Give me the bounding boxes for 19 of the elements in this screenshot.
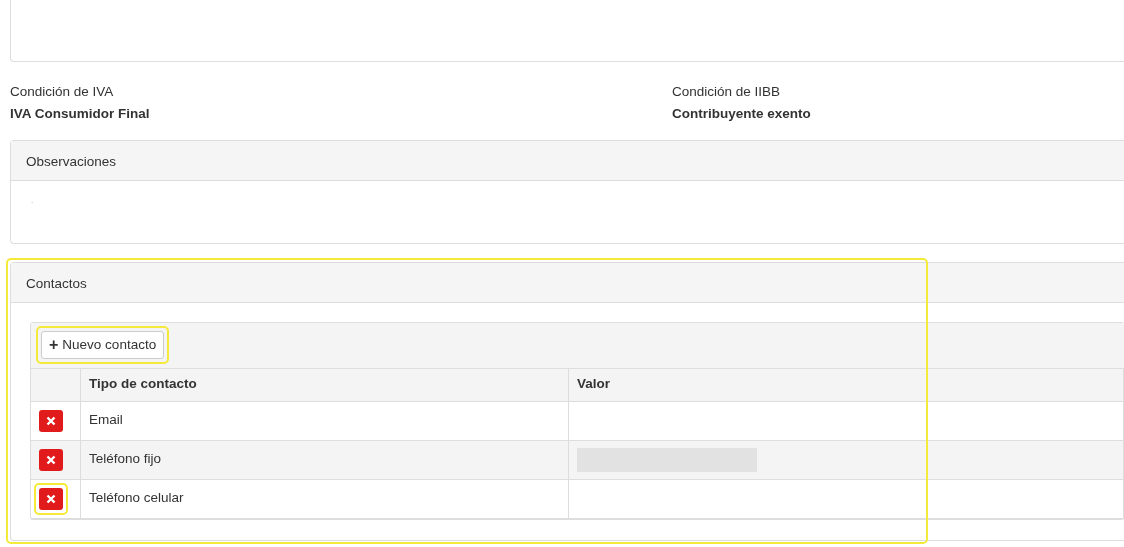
field-label: Condición de IVA xyxy=(10,83,115,101)
table-cell: Email xyxy=(81,401,569,441)
close-icon xyxy=(46,454,56,465)
column-header: Tipo de contacto xyxy=(81,368,569,402)
panel-title: Observaciones xyxy=(11,140,1124,181)
field-value: IVA Consumidor Final xyxy=(10,105,151,124)
delete-button[interactable] xyxy=(39,409,63,432)
plus-icon: + xyxy=(49,337,59,353)
delete-button[interactable] xyxy=(39,448,63,471)
column-header: Valor xyxy=(569,368,1124,402)
panel-title: Contactos xyxy=(11,262,1124,303)
close-icon xyxy=(46,415,56,426)
close-icon xyxy=(46,493,56,504)
observation-text: . xyxy=(30,194,35,207)
table-cell: Teléfono fijo xyxy=(81,440,569,480)
new-contact-button[interactable]: + Nuevo contacto xyxy=(41,330,165,360)
table-cell: Teléfono celular xyxy=(81,479,569,519)
field-value: Contribuyente exento xyxy=(672,105,812,124)
field-label: Condición de IIBB xyxy=(672,83,782,101)
